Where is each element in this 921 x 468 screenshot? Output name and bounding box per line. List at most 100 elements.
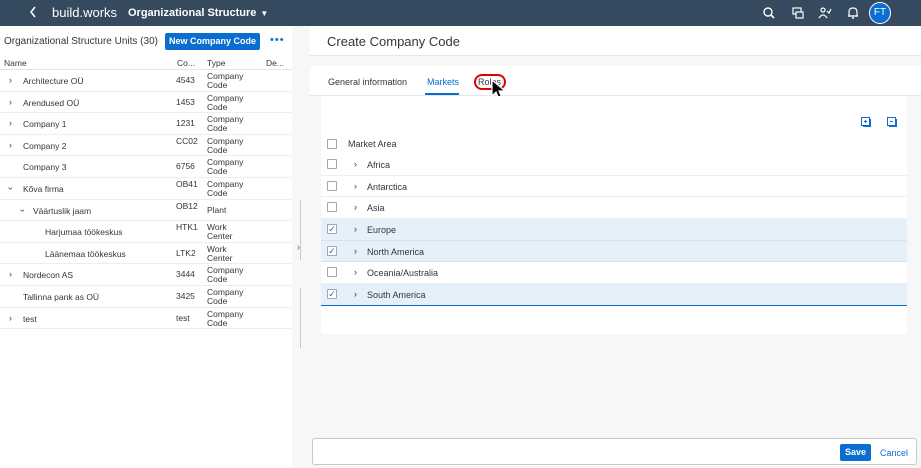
expand-right-icon[interactable]: › [354, 160, 357, 169]
row-name: Company 3 [23, 162, 67, 173]
brand-logo[interactable]: build.works [52, 6, 117, 20]
table-row[interactable]: Läänemaa töökeskus LTK2 Work Center [0, 243, 292, 265]
list-item[interactable]: › Oceania/Australia [321, 262, 907, 285]
table-row[interactable]: › test test Company Code [0, 308, 292, 330]
tab-general-information[interactable]: General information [328, 77, 407, 87]
table-row[interactable]: › Kõva firma OB41 Company Code [0, 178, 292, 200]
table-row[interactable]: › Arendused OÜ 1453 Company Code [0, 92, 292, 114]
expand-right-icon[interactable]: › [9, 270, 12, 279]
column-header-market-area: Market Area [348, 139, 397, 149]
expand-all-icon[interactable] [860, 116, 872, 128]
row-type: Company Code [207, 265, 244, 285]
bell-icon[interactable] [845, 5, 861, 21]
list-item[interactable]: ✓ › North America [321, 240, 907, 263]
expand-right-icon[interactable]: › [354, 181, 357, 191]
chevron-left-icon [29, 6, 36, 18]
table-row[interactable]: Harjumaa töökeskus HTK1 Work Center [0, 221, 292, 243]
back-button[interactable] [28, 5, 38, 21]
row-type: Work Center [207, 222, 233, 242]
row-type: Plant [207, 204, 227, 215]
splitter-grip-bottom [300, 288, 301, 348]
expand-right-icon[interactable]: › [354, 290, 357, 299]
org-units-toolbar: Organizational Structure Units (30) New … [0, 26, 292, 56]
app-title-menu[interactable]: Organizational Structure ▼ [128, 6, 268, 21]
row-checkbox-checked[interactable]: ✓ [327, 245, 337, 256]
table-row[interactable]: › Company 2 CC02 Company Code [0, 135, 292, 157]
row-checkbox[interactable] [327, 180, 337, 191]
org-units-table-body: › Architecture OÜ 4543 Company Code › Ar… [0, 70, 292, 330]
row-type: Company Code [207, 92, 244, 112]
row-name: Company 1 [23, 119, 67, 130]
select-all-checkbox[interactable] [327, 139, 337, 149]
row-code: CC02 [176, 135, 198, 146]
row-type: Company Code [207, 157, 244, 177]
panel-splitter[interactable]: › [292, 26, 310, 468]
column-header-description[interactable]: De... [266, 58, 284, 68]
row-checkbox-checked[interactable]: ✓ [327, 224, 337, 235]
table-row[interactable]: › Nordecon AS 3444 Company Code [0, 264, 292, 286]
new-company-code-button[interactable]: New Company Code [165, 33, 260, 50]
expand-right-icon[interactable]: › [9, 97, 12, 107]
row-type: Company Code [207, 178, 244, 198]
more-options-icon[interactable]: ••• [270, 34, 285, 46]
save-button[interactable]: Save [840, 444, 871, 461]
row-checkbox[interactable] [327, 159, 337, 169]
expand-right-icon[interactable]: › [354, 225, 357, 234]
collapse-all-icon[interactable] [886, 116, 898, 128]
row-code: LTK2 [176, 247, 196, 258]
markets-table-body: › Africa › Antarctica › Asia ✓ › Europe … [321, 154, 907, 306]
table-row[interactable]: Tallinna pank as OÜ 3425 Company Code [0, 286, 292, 308]
expand-right-icon[interactable]: › [9, 313, 12, 323]
cancel-button[interactable]: Cancel [880, 448, 908, 458]
shell-bar: build.works Organizational Structure ▼ FT [0, 0, 921, 26]
row-code: 3425 [176, 290, 195, 301]
column-header-name[interactable]: Name [4, 58, 27, 68]
list-item[interactable]: › Africa [321, 154, 907, 176]
market-name: Asia [367, 203, 385, 214]
row-checkbox[interactable] [327, 202, 337, 213]
expand-down-icon[interactable]: › [6, 187, 16, 190]
collapse-arrow-icon[interactable]: › [297, 242, 300, 252]
expand-right-icon[interactable]: › [9, 119, 12, 128]
table-row[interactable]: › Architecture OÜ 4543 Company Code [0, 70, 292, 92]
column-header-code[interactable]: Co... [177, 58, 195, 68]
detail-header: Create Company Code [310, 26, 921, 56]
table-row[interactable]: › Väärtuslik jaam OB12 Plant [0, 200, 292, 222]
list-item[interactable]: ✓ › Europe [321, 219, 907, 241]
row-code: OB12 [176, 200, 198, 211]
column-header-type[interactable]: Type [207, 58, 225, 68]
users-chart-icon[interactable] [817, 5, 833, 21]
list-item[interactable]: › Antarctica [321, 175, 907, 198]
row-name: Harjumaa töökeskus [45, 227, 123, 238]
row-checkbox-checked[interactable]: ✓ [327, 289, 337, 300]
footer-toolbar: Save Cancel [312, 438, 917, 465]
expand-right-icon[interactable]: › [354, 268, 357, 277]
table-row[interactable]: Company 3 6756 Company Code [0, 156, 292, 178]
row-code: HTK1 [176, 222, 198, 233]
expand-right-icon[interactable]: › [354, 246, 357, 256]
row-name: test [23, 313, 37, 324]
row-checkbox[interactable] [327, 267, 337, 278]
list-item[interactable]: › Asia [321, 197, 907, 220]
splitter-grip-top [300, 200, 301, 260]
user-avatar[interactable]: FT [869, 2, 891, 24]
tab-markets[interactable]: Markets [427, 77, 459, 87]
list-item[interactable]: ✓ › South America [321, 284, 907, 306]
expand-right-icon[interactable]: › [9, 140, 12, 150]
row-type: Company Code [207, 135, 244, 155]
expand-down-icon[interactable]: › [18, 209, 28, 212]
row-code: OB41 [176, 178, 198, 189]
expand-right-icon[interactable]: › [354, 203, 357, 212]
table-row[interactable]: › Company 1 1231 Company Code [0, 113, 292, 135]
row-name: Nordecon AS [23, 270, 74, 281]
expand-right-icon[interactable]: › [9, 76, 12, 85]
market-name: Africa [367, 160, 391, 170]
row-name: Väärtuslik jaam [33, 205, 92, 216]
app-title: Organizational Structure [128, 7, 257, 19]
org-units-title: Organizational Structure Units (30) [4, 36, 158, 47]
search-icon[interactable] [761, 5, 777, 21]
row-code: 6756 [176, 161, 195, 172]
row-code: 1453 [176, 96, 195, 107]
feedback-icon[interactable] [790, 5, 806, 21]
row-type: Company Code [207, 286, 244, 306]
